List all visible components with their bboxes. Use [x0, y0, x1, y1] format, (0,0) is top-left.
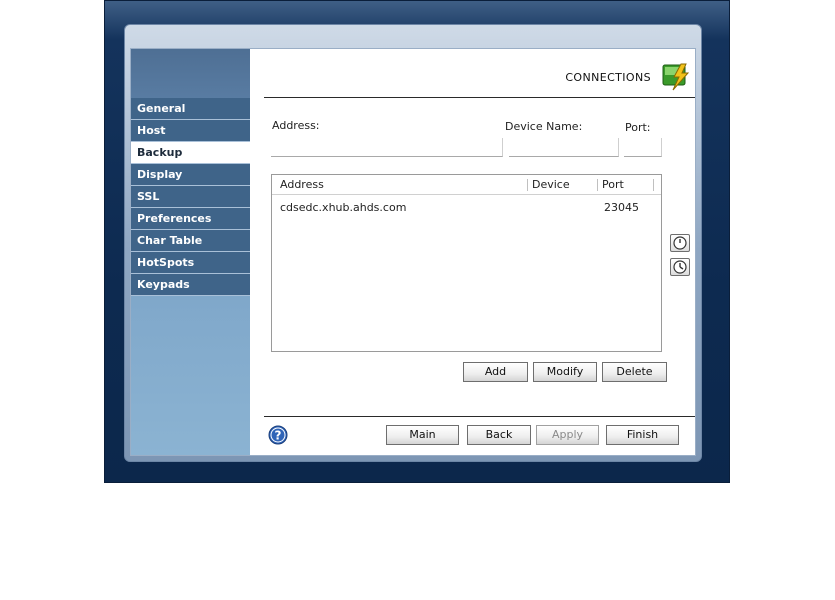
column-header-device[interactable]: Device: [532, 178, 570, 191]
column-separator[interactable]: [653, 179, 654, 191]
sidebar-item-host[interactable]: Host: [131, 120, 250, 142]
column-separator[interactable]: [527, 179, 528, 191]
move-down-button[interactable]: [670, 258, 690, 276]
lightning-connection-icon: [662, 63, 690, 91]
connections-table: Address Device Port cdsedc.xhub.ahds.com…: [271, 174, 662, 352]
column-separator[interactable]: [597, 179, 598, 191]
finish-button[interactable]: Finish: [606, 425, 679, 445]
sidebar-item-ssl[interactable]: SSL: [131, 186, 250, 208]
port-field[interactable]: [624, 138, 662, 157]
column-header-address[interactable]: Address: [280, 178, 324, 191]
row-port: 23045: [604, 201, 639, 214]
row-address: cdsedc.xhub.ahds.com: [280, 201, 407, 214]
footer-divider: [264, 416, 695, 417]
content-panel: CONNECTIONS Address: Device Name: Port: …: [250, 49, 695, 455]
back-button[interactable]: Back: [467, 425, 531, 445]
table-header: Address Device Port: [272, 175, 661, 195]
move-up-button[interactable]: [670, 234, 690, 252]
main-button[interactable]: Main: [386, 425, 459, 445]
svg-text:?: ?: [275, 429, 282, 443]
sidebar-item-backup[interactable]: Backup: [131, 142, 250, 164]
sidebar-item-display[interactable]: Display: [131, 164, 250, 186]
dialog-body: General Host Backup Display SSL Preferen…: [130, 48, 696, 456]
sidebar-item-hotspots[interactable]: HotSpots: [131, 252, 250, 274]
app-window: General Host Backup Display SSL Preferen…: [104, 0, 730, 483]
apply-button[interactable]: Apply: [536, 425, 599, 445]
help-icon[interactable]: ?: [268, 425, 288, 445]
delete-button[interactable]: Delete: [602, 362, 667, 382]
sidebar-item-preferences[interactable]: Preferences: [131, 208, 250, 230]
address-field[interactable]: [271, 138, 503, 157]
device-name-label: Device Name:: [505, 120, 583, 133]
clock-down-icon: [673, 260, 687, 274]
section-title: CONNECTIONS: [565, 71, 651, 84]
modify-button[interactable]: Modify: [533, 362, 597, 382]
address-label: Address:: [272, 119, 320, 132]
sidebar-item-general[interactable]: General: [131, 98, 250, 120]
dialog-frame: General Host Backup Display SSL Preferen…: [124, 24, 702, 462]
port-label: Port:: [625, 121, 651, 134]
sidebar-nav: General Host Backup Display SSL Preferen…: [131, 98, 250, 296]
table-row[interactable]: cdsedc.xhub.ahds.com 23045: [272, 199, 661, 216]
add-button[interactable]: Add: [463, 362, 528, 382]
sidebar-item-keypads[interactable]: Keypads: [131, 274, 250, 296]
column-header-port[interactable]: Port: [602, 178, 624, 191]
sidebar-item-char-table[interactable]: Char Table: [131, 230, 250, 252]
device-name-field[interactable]: [509, 138, 619, 157]
sidebar: General Host Backup Display SSL Preferen…: [131, 49, 250, 455]
header-divider: [264, 97, 695, 98]
clock-up-icon: [673, 236, 687, 250]
